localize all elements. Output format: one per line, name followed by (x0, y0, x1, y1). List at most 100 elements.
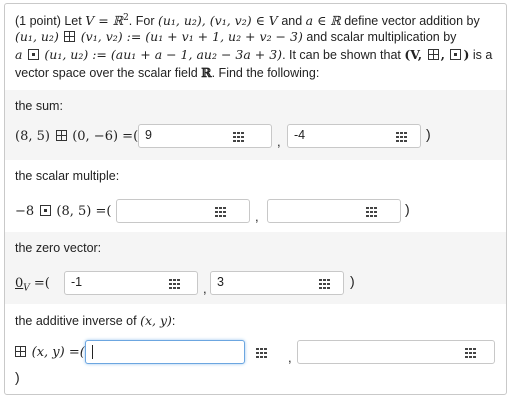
boxplus-symbol (64, 31, 76, 42)
sum-label: the sum: (15, 99, 63, 113)
grid-dot (323, 287, 326, 289)
sum-expression: (8, 5) (0, −6) =( (15, 129, 139, 144)
boxdot-symbol (39, 205, 51, 216)
grid-dot (169, 287, 172, 289)
statement-line-4: vector space over the scalar field ℝ. Fi… (15, 65, 320, 80)
grid-dot (223, 207, 226, 209)
zero-label: the zero vector: (15, 241, 102, 255)
grid-dot (366, 215, 369, 217)
grid-dot (177, 279, 180, 281)
boxdot-symbol (450, 49, 462, 60)
grid-dot (473, 352, 476, 354)
inverse-section: the additive inverse of (x, y): (x, y) =… (5, 304, 506, 394)
grid-dot (400, 140, 403, 142)
matrix-grid-icon[interactable] (256, 348, 268, 358)
grid-dot (404, 136, 407, 138)
grid-dot (215, 207, 218, 209)
boxdot-symbol (27, 49, 39, 60)
boxplus-symbol (15, 346, 26, 357)
inverse-expression: (x, y) =( (15, 344, 85, 360)
grid-dot (323, 279, 326, 281)
grid-dot (396, 132, 399, 134)
grid-dot (215, 215, 218, 217)
grid-dot (327, 279, 330, 281)
grid-dot (323, 283, 326, 285)
inverse-x-input[interactable] (85, 340, 245, 364)
grid-dot (237, 132, 240, 134)
grid-dot (237, 140, 240, 142)
grid-dot (177, 287, 180, 289)
statement-line-3: a (u₁, u₂) := (au₁ + a − 1, au₂ − 3a + 3… (15, 47, 493, 62)
matrix-grid-icon[interactable] (396, 132, 408, 142)
inverse-label: the additive inverse of (x, y): (15, 313, 176, 328)
grid-dot (219, 211, 222, 213)
grid-dot (241, 136, 244, 138)
matrix-grid-icon[interactable] (169, 279, 181, 289)
scalar-label: the scalar multiple: (15, 169, 120, 183)
grid-dot (374, 215, 377, 217)
problem-panel: (1 point) Let V = ℝ2. For (u₁, u₂), (v₁,… (4, 3, 507, 395)
grid-dot (473, 356, 476, 358)
grid-dot (370, 215, 373, 217)
grid-dot (260, 348, 263, 350)
matrix-grid-icon[interactable] (465, 348, 477, 358)
grid-dot (264, 352, 267, 354)
grid-dot (256, 352, 259, 354)
grid-dot (219, 215, 222, 217)
grid-dot (241, 140, 244, 142)
boxplus-symbol (55, 130, 67, 141)
grid-dot (260, 356, 263, 358)
grid-dot (374, 207, 377, 209)
scalar-x-input[interactable] (116, 199, 250, 223)
grid-dot (169, 283, 172, 285)
statement-line-2: (u₁, u₂) (v₁, v₂) := (u₁ + v₁ + 1, u₂ + … (15, 29, 457, 44)
grid-dot (223, 215, 226, 217)
grid-dot (173, 279, 176, 281)
grid-dot (370, 211, 373, 213)
grid-dot (366, 207, 369, 209)
grid-dot (215, 211, 218, 213)
grid-dot (256, 348, 259, 350)
matrix-grid-icon[interactable] (215, 207, 227, 217)
scalar-expression: −8 (8, 5) =( (15, 204, 112, 219)
zero-expression: 0V =( (15, 276, 50, 294)
grid-dot (473, 348, 476, 350)
grid-dot (177, 283, 180, 285)
grid-dot (370, 207, 373, 209)
text-caret (92, 344, 93, 359)
grid-dot (319, 279, 322, 281)
grid-dot (465, 352, 468, 354)
grid-dot (465, 356, 468, 358)
grid-dot (219, 207, 222, 209)
matrix-grid-icon[interactable] (233, 132, 245, 142)
grid-dot (469, 348, 472, 350)
sum-x-input[interactable]: 9 (138, 124, 272, 148)
grid-dot (469, 352, 472, 354)
boxplus-symbol (427, 49, 439, 60)
scalar-y-input[interactable] (267, 199, 401, 223)
grid-dot (260, 352, 263, 354)
grid-dot (264, 348, 267, 350)
grid-dot (327, 283, 330, 285)
matrix-grid-icon[interactable] (366, 207, 378, 217)
grid-dot (264, 356, 267, 358)
grid-dot (374, 211, 377, 213)
grid-dot (400, 136, 403, 138)
grid-dot (469, 356, 472, 358)
grid-dot (256, 356, 259, 358)
matrix-grid-icon[interactable] (319, 279, 331, 289)
grid-dot (400, 132, 403, 134)
grid-dot (366, 211, 369, 213)
grid-dot (404, 140, 407, 142)
sum-section: the sum: (8, 5) (0, −6) =( 9 , -4 ) (5, 90, 506, 160)
problem-statement: (1 point) Let V = ℝ2. For (u₁, u₂), (v₁,… (5, 4, 506, 88)
grid-dot (319, 283, 322, 285)
grid-dot (396, 140, 399, 142)
grid-dot (173, 283, 176, 285)
scalar-section: the scalar multiple: −8 (8, 5) =( , ) (15, 169, 410, 224)
grid-dot (396, 136, 399, 138)
zero-section: the zero vector: 0V =( -1 , 3 ) (5, 232, 506, 304)
grid-dot (173, 287, 176, 289)
grid-dot (233, 132, 236, 134)
grid-dot (319, 287, 322, 289)
